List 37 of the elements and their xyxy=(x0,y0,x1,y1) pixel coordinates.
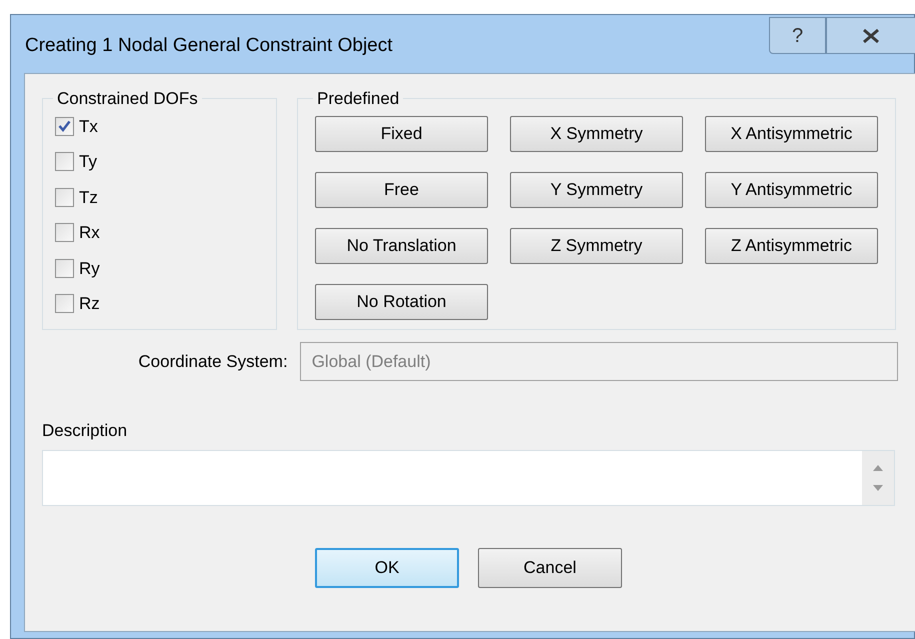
preset-button[interactable]: Y Antisymmetric xyxy=(705,172,878,208)
preset-button[interactable]: Z Antisymmetric xyxy=(705,228,878,264)
checkbox-label: Ry xyxy=(79,258,100,280)
cancel-button[interactable]: Cancel xyxy=(478,548,622,588)
description-field[interactable] xyxy=(42,450,895,506)
checkbox[interactable] xyxy=(55,152,74,172)
preset-button[interactable]: Free xyxy=(315,172,488,208)
close-button[interactable] xyxy=(826,17,915,54)
scroll-up-icon xyxy=(873,464,883,470)
checkbox[interactable] xyxy=(55,258,74,278)
checkbox-label: Tx xyxy=(79,116,98,138)
preset-button[interactable]: No Rotation xyxy=(315,284,488,320)
preset-button[interactable]: No Translation xyxy=(315,228,488,264)
window-title: Creating 1 Nodal General Constraint Object xyxy=(25,34,393,58)
help-button[interactable]: ? xyxy=(769,17,826,54)
checkbox[interactable] xyxy=(55,294,74,314)
checkbox-label: Tz xyxy=(79,186,98,208)
group-title: Predefined xyxy=(316,88,400,110)
checkbox-label: Rx xyxy=(79,222,100,244)
preset-button[interactable]: Z Symmetry xyxy=(510,228,683,264)
checkbox[interactable] xyxy=(55,223,74,242)
scrollbar[interactable] xyxy=(862,450,894,504)
preset-button[interactable]: Fixed xyxy=(315,116,488,152)
field-label: Coordinate System: xyxy=(137,350,289,373)
group-title: Constrained DOFs xyxy=(56,88,199,110)
close-icon xyxy=(861,28,881,44)
checkbox-label: Ty xyxy=(79,151,97,173)
checkbox-label: Rz xyxy=(79,293,100,315)
ok-button[interactable]: OK xyxy=(315,548,459,588)
checkbox[interactable] xyxy=(55,188,74,207)
checkbox[interactable] xyxy=(55,116,74,136)
preset-button[interactable]: Y Symmetry xyxy=(510,172,683,208)
preset-button[interactable]: X Symmetry xyxy=(510,116,683,152)
preset-button[interactable]: X Antisymmetric xyxy=(705,116,878,152)
description-label: Description xyxy=(42,420,128,442)
check-icon xyxy=(58,120,71,132)
scroll-down-icon xyxy=(873,484,883,490)
